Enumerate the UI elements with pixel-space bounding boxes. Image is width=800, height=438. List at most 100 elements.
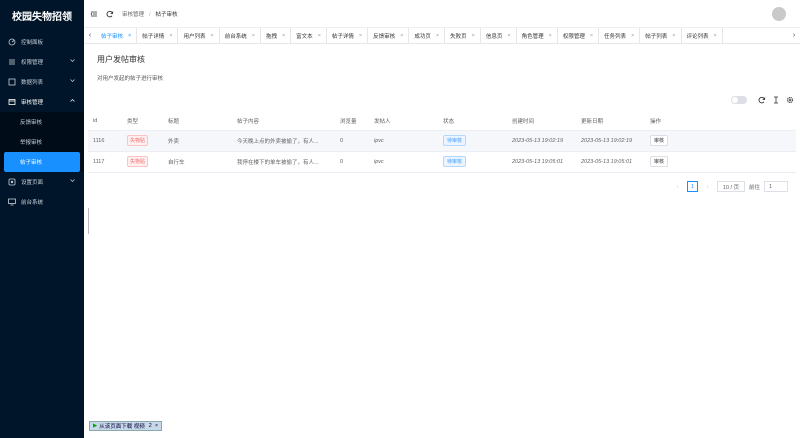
- chevron-up-icon: [70, 98, 75, 105]
- tab-label: 前台系统: [224, 33, 247, 40]
- close-icon[interactable]: ×: [714, 33, 717, 39]
- sidebar-item-dashboard[interactable]: 控制面板: [0, 32, 84, 52]
- audit-button[interactable]: 审核: [650, 135, 669, 146]
- tab-scroll-right-icon[interactable]: ›: [788, 28, 800, 43]
- tab-label: 帖子列表: [645, 33, 668, 40]
- tab-item[interactable]: 失败页 ×: [445, 28, 481, 43]
- close-icon[interactable]: ×: [318, 33, 321, 39]
- cell-updated: 2023-05-13 19:02:19: [576, 130, 645, 152]
- tab-item[interactable]: 用户列表 ×: [178, 28, 220, 43]
- close-icon[interactable]: ×: [400, 33, 403, 39]
- sidebar-item-data-list[interactable]: 数据列表: [0, 72, 84, 92]
- breadcrumb-parent[interactable]: 审核管理: [122, 12, 144, 18]
- page-number-current[interactable]: 1: [686, 181, 698, 192]
- sidebar-item-permissions[interactable]: 权限管理: [0, 52, 84, 72]
- breadcrumb-current: 帖子审核: [155, 11, 178, 18]
- tab-item[interactable]: 角色管理 ×: [517, 28, 558, 43]
- column-header: 浏览量: [335, 113, 369, 131]
- sidebar-item-label: 帖子审核: [20, 160, 43, 166]
- tab-item[interactable]: 前台系统 ×: [220, 28, 261, 43]
- dashboard-icon: [8, 38, 16, 46]
- close-icon[interactable]: ×: [590, 33, 593, 39]
- sidebar-item-settings[interactable]: 设置页面: [0, 172, 84, 192]
- tab-scroll-left-icon[interactable]: ‹: [84, 28, 96, 43]
- tab-item[interactable]: 信息页 ×: [481, 28, 517, 43]
- sidebar-item-post-audit[interactable]: 帖子审核: [4, 152, 80, 172]
- status-badge: 待审核: [443, 135, 467, 146]
- sidebar-item-frontend[interactable]: 前台系统: [0, 192, 84, 212]
- tab-label: 富文本: [296, 33, 313, 40]
- cell-title: 自行车: [163, 151, 232, 173]
- tab-item[interactable]: 反馈审核 ×: [368, 28, 410, 43]
- tab-item[interactable]: 成功页 ×: [409, 28, 446, 43]
- page-description: 对用户发起的帖子进行审核: [97, 76, 164, 82]
- cell-title: 外卖: [163, 130, 232, 152]
- tab-label: 帖子详情: [142, 33, 165, 40]
- audit-submenu: 反馈审核 举报审核 帖子审核: [0, 112, 84, 172]
- close-icon[interactable]: ×: [472, 33, 475, 39]
- page-title: 用户发帖审核: [97, 55, 145, 64]
- tab-item[interactable]: 帖子审核 ×: [96, 28, 138, 43]
- gear-icon[interactable]: [786, 96, 794, 104]
- page-content: 用户发帖审核 对用户发起的帖子进行审核: [84, 54, 800, 82]
- sidebar-item-feedback-audit[interactable]: 反馈审核: [0, 112, 84, 132]
- chevron-down-icon: [70, 78, 75, 85]
- close-icon[interactable]: ×: [549, 33, 552, 39]
- refresh-icon[interactable]: [758, 96, 766, 104]
- tab-item[interactable]: 帖子详情 ×: [137, 28, 179, 43]
- audit-button[interactable]: 审核: [650, 156, 669, 167]
- toggle-switch[interactable]: [731, 96, 747, 104]
- type-tag: 失物贴: [127, 156, 149, 167]
- close-icon[interactable]: ×: [128, 33, 131, 39]
- close-icon[interactable]: ×: [169, 33, 172, 39]
- column-height-icon[interactable]: [772, 96, 780, 104]
- close-icon[interactable]: ×: [282, 33, 285, 39]
- sidebar-item-label: 审核管理: [21, 100, 44, 106]
- tab-item[interactable]: 帖子列表 ×: [640, 28, 682, 43]
- tab-item[interactable]: 帖子详情 ×: [327, 28, 369, 43]
- next-page-icon[interactable]: ›: [701, 181, 713, 192]
- tab-item[interactable]: 富文本 ×: [291, 28, 327, 43]
- avatar[interactable]: [772, 7, 786, 21]
- refresh-icon[interactable]: [106, 10, 114, 18]
- cell-created: 2023-05-13 19:05:01: [507, 151, 576, 173]
- cell-content: 我停在楼下的单车被偷了，有人...: [232, 151, 335, 173]
- close-icon[interactable]: ×: [155, 423, 158, 429]
- page-size-select[interactable]: 10 / 页: [716, 181, 745, 192]
- column-header: 创建时间: [507, 113, 576, 131]
- menu-fold-icon[interactable]: [90, 10, 98, 18]
- close-icon[interactable]: ×: [210, 33, 213, 39]
- top-header: 审核管理 / 帖子审核: [84, 0, 800, 28]
- close-icon[interactable]: ×: [252, 33, 255, 39]
- goto-page-input[interactable]: 1: [764, 181, 788, 192]
- prev-page-icon[interactable]: ‹: [671, 181, 683, 192]
- video-download-bar[interactable]: ▶ 从该页面下载 视频 2 ×: [89, 421, 163, 431]
- close-icon[interactable]: ×: [359, 33, 362, 39]
- download-bar-count: 2: [148, 423, 152, 429]
- sidebar-item-audit[interactable]: 审核管理: [0, 92, 84, 112]
- tab-label: 帖子详情: [331, 33, 354, 40]
- close-icon[interactable]: ×: [672, 33, 675, 39]
- breadcrumb: 审核管理 / 帖子审核: [122, 10, 178, 18]
- cell-author: ipvc: [369, 151, 438, 173]
- list-icon: [8, 78, 16, 86]
- sidebar-item-label: 控制面板: [21, 40, 44, 46]
- sidebar-item-report-audit[interactable]: 举报审核: [0, 132, 84, 152]
- pagination: ‹ 1 › 10 / 页 前往 1: [671, 181, 788, 192]
- app-logo-title: 校园失物招领: [12, 11, 72, 23]
- tab-item[interactable]: 拖拽 ×: [261, 28, 292, 43]
- play-icon: ▶: [93, 423, 98, 429]
- sliders-icon: [8, 58, 16, 66]
- drag-handle[interactable]: [88, 208, 89, 234]
- tab-item[interactable]: 评论列表 ×: [682, 28, 723, 43]
- close-icon[interactable]: ×: [631, 33, 634, 39]
- tab-item[interactable]: 权限管理 ×: [558, 28, 600, 43]
- sidebar-item-label: 设置页面: [21, 180, 44, 186]
- breadcrumb-separator: /: [149, 11, 151, 18]
- page-size-value: 10 / 页: [722, 184, 740, 191]
- close-icon[interactable]: ×: [507, 33, 510, 39]
- sidebar-item-label: 举报审核: [20, 140, 43, 146]
- close-icon[interactable]: ×: [436, 33, 439, 39]
- tab-item[interactable]: 任务列表 ×: [599, 28, 641, 43]
- table-row: 1117 失物贴 自行车 我停在楼下的单车被偷了，有人... 0 ipvc 待审…: [88, 151, 796, 173]
